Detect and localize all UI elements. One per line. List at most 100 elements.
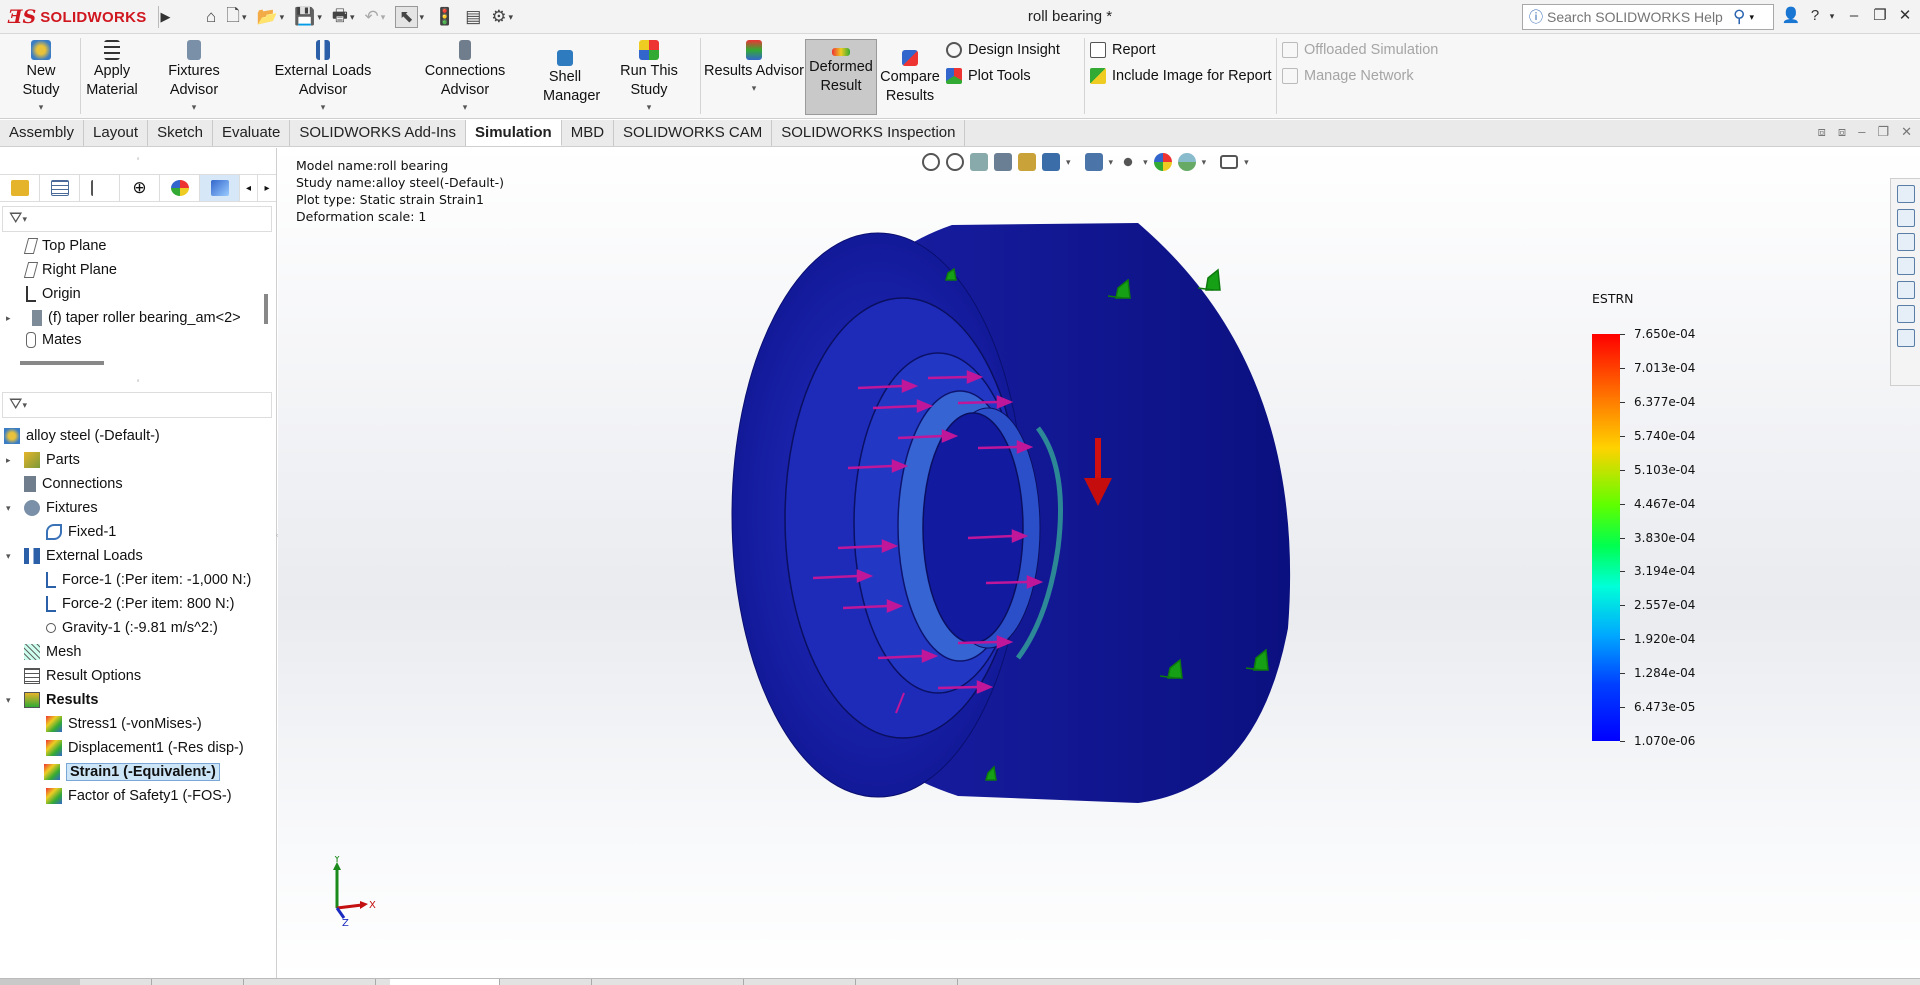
tab-mbd[interactable]: MBD: [561, 120, 615, 146]
graphics-area[interactable]: Model name:roll bearing Study name:alloy…: [278, 148, 1920, 978]
dropdown-arrow-icon[interactable]: ▾: [242, 12, 247, 23]
tree-item-fixtures[interactable]: ▾ Fixtures: [6, 497, 98, 519]
panel-splitter-handle[interactable]: ◦: [0, 154, 276, 164]
select-pointer-icon[interactable]: ⬉: [395, 6, 418, 28]
panel-right-icon[interactable]: ⧈: [1838, 124, 1846, 140]
report-button[interactable]: Report: [1090, 42, 1156, 58]
result-legend[interactable]: ESTRN 7.650e-04 7.013e-04 6.377e-04 5.740e-…: [1592, 291, 1695, 748]
design-library-icon[interactable]: [1896, 209, 1915, 227]
dropdown-arrow-icon[interactable]: ▾: [509, 12, 514, 23]
undo-icon[interactable]: ↶: [364, 7, 378, 27]
tree-item-factor-of-safety1[interactable]: Factor of Safety1 (-FOS-): [46, 785, 232, 807]
user-account-icon[interactable]: 👤: [1779, 4, 1803, 28]
search-input[interactable]: [1547, 9, 1733, 25]
open-icon[interactable]: 📂: [256, 7, 277, 27]
panel-splitter-handle[interactable]: ◦: [0, 376, 276, 386]
run-this-study-button[interactable]: Run This Study ▾: [600, 40, 698, 112]
collapse-arrow-icon[interactable]: ▾: [6, 503, 18, 514]
tree-item-strain1[interactable]: Strain1 (-Equivalent-): [44, 761, 220, 783]
tree-item-fixed-1[interactable]: Fixed-1: [46, 521, 116, 543]
plot-tools-button[interactable]: Plot Tools ▾: [946, 68, 1105, 84]
tree-horizontal-scrollbar-thumb[interactable]: [20, 361, 104, 365]
tab-layout[interactable]: Layout: [84, 120, 149, 146]
tab-solidworks-cam[interactable]: SOLIDWORKS CAM: [614, 120, 773, 146]
tree-scrollbar-thumb[interactable]: [264, 294, 268, 324]
tree-item-mates[interactable]: Mates: [26, 331, 82, 349]
dropdown-arrow-icon[interactable]: ▾: [280, 12, 285, 23]
compare-results-button[interactable]: Compare Results: [880, 50, 940, 106]
home-icon[interactable]: [1896, 185, 1915, 203]
new-document-icon[interactable]: 🗋: [226, 3, 240, 32]
tree-item-displacement1[interactable]: Displacement1 (-Res disp-): [46, 737, 244, 759]
deformed-result-button[interactable]: Deformed Result: [805, 39, 877, 115]
dropdown-arrow-icon[interactable]: ▾: [420, 12, 425, 23]
tree-item-parts[interactable]: ▸ Parts: [6, 449, 80, 471]
tree-item-results[interactable]: ▾ Results: [6, 689, 98, 711]
tab-sketch[interactable]: Sketch: [148, 120, 213, 146]
dropdown-arrow-icon[interactable]: ▾: [350, 12, 355, 23]
bottom-tab[interactable]: [746, 979, 856, 985]
bottom-tab[interactable]: [246, 979, 376, 985]
dropdown-arrow-icon[interactable]: ▾: [144, 102, 244, 112]
bottom-tab[interactable]: [858, 979, 958, 985]
search-dropdown-icon[interactable]: ▾: [1749, 12, 1754, 23]
new-study-button[interactable]: New Study ▾: [6, 40, 76, 112]
tree-item-top-plane[interactable]: Top Plane: [23, 235, 107, 257]
file-properties-icon[interactable]: ▤: [465, 7, 481, 27]
tab-display-manager[interactable]: [160, 175, 200, 201]
dropdown-arrow-icon[interactable]: ▾: [704, 83, 804, 93]
home-icon[interactable]: ⌂: [206, 7, 216, 27]
bearing-model-viewport[interactable]: [278, 148, 1920, 978]
expand-arrow-icon[interactable]: ▸: [6, 313, 18, 324]
close-window-icon[interactable]: ✕: [1893, 4, 1917, 28]
help-search-box[interactable]: ⓘ ⚲ ▾: [1522, 4, 1774, 30]
tree-item-study-root[interactable]: alloy steel (-Default-): [4, 425, 160, 447]
bottom-tab[interactable]: [82, 979, 152, 985]
tab-configuration-manager[interactable]: [80, 175, 120, 201]
apply-material-button[interactable]: Apply Material: [84, 40, 140, 100]
bottom-tab[interactable]: [502, 979, 592, 985]
save-icon[interactable]: 💾: [294, 7, 315, 27]
dropdown-arrow-icon[interactable]: ▾: [317, 12, 322, 23]
shell-manager-button[interactable]: Shell Manager: [534, 50, 600, 106]
solidworks-logo[interactable]: ƎS SOLIDWORKS: [8, 4, 156, 30]
tree-item-right-plane[interactable]: Right Plane: [23, 259, 117, 281]
collapse-arrow-icon[interactable]: ▾: [6, 551, 18, 562]
tab-simulation[interactable]: Simulation: [466, 120, 562, 146]
tab-assembly[interactable]: Assembly: [0, 120, 85, 146]
tree-item-connections[interactable]: Connections: [24, 473, 123, 495]
tree-item-result-options[interactable]: Result Options: [24, 665, 141, 687]
options-gear-icon[interactable]: ⚙: [491, 7, 506, 27]
scroll-tabs-right-icon[interactable]: ▸: [258, 175, 276, 201]
search-icon[interactable]: ⚲: [1733, 7, 1745, 27]
dropdown-arrow-icon[interactable]: ▾: [381, 12, 386, 23]
appearances-icon[interactable]: [1896, 281, 1915, 299]
dropdown-arrow-icon[interactable]: ▾: [600, 102, 698, 112]
expand-arrow-icon[interactable]: ▸: [6, 455, 18, 466]
tab-property-manager[interactable]: [40, 175, 80, 201]
minimize-window-icon[interactable]: –: [1842, 4, 1866, 28]
tab-solidworks-inspection[interactable]: SOLIDWORKS Inspection: [772, 120, 966, 146]
dropdown-arrow-icon[interactable]: ▾: [6, 102, 76, 112]
viewport-close-icon[interactable]: ✕: [1901, 124, 1912, 140]
bottom-tab[interactable]: [154, 979, 244, 985]
tab-simulation-manager[interactable]: [200, 175, 240, 201]
tree-item-external-loads[interactable]: ▾ External Loads: [6, 545, 143, 567]
viewport-restore-icon[interactable]: ❐: [1877, 124, 1889, 140]
tab-feature-manager[interactable]: [0, 175, 40, 201]
traffic-light-icon[interactable]: 🚦: [434, 7, 455, 27]
menu-expand-arrow-icon[interactable]: ▶: [158, 6, 172, 28]
tree-item-mesh[interactable]: Mesh: [24, 641, 81, 663]
tree-item-origin[interactable]: Origin: [26, 283, 81, 305]
help-dropdown-icon[interactable]: ▾: [1820, 4, 1844, 28]
tree-item-gravity-1[interactable]: Gravity-1 (:-9.81 m/s^2:): [46, 617, 218, 639]
tab-solidworks-add-ins[interactable]: SOLIDWORKS Add-Ins: [290, 120, 467, 146]
connections-advisor-button[interactable]: Connections Advisor ▾: [400, 40, 530, 112]
tree-item-force-1[interactable]: Force-1 (:Per item: -1,000 N:): [46, 569, 251, 591]
panel-left-icon[interactable]: ⧈: [1818, 124, 1826, 140]
manage-network-button[interactable]: Manage Network: [1282, 68, 1414, 84]
print-icon[interactable]: 🖶: [332, 3, 348, 32]
collapse-arrow-icon[interactable]: ▾: [6, 695, 18, 706]
fixtures-advisor-button[interactable]: Fixtures Advisor ▾: [144, 40, 244, 112]
offloaded-simulation-button[interactable]: Offloaded Simulation: [1282, 42, 1438, 58]
